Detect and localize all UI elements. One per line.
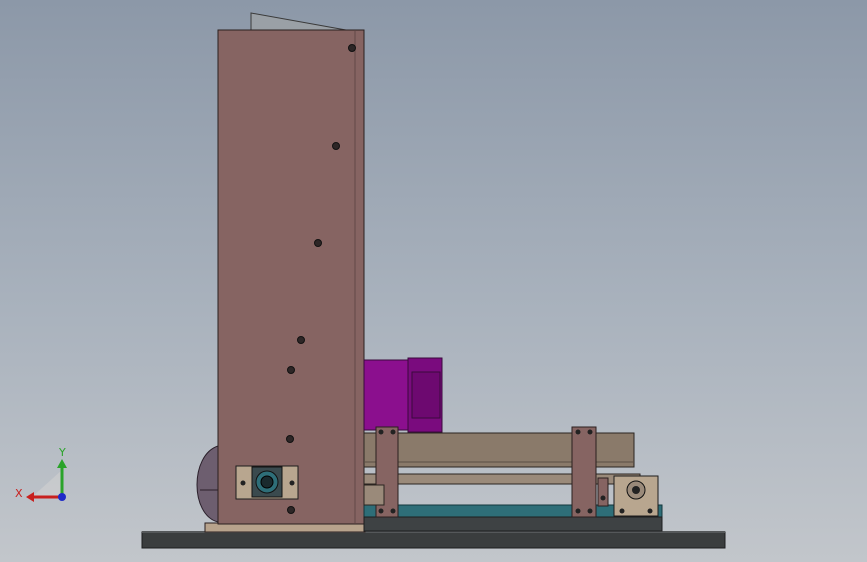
screw <box>600 495 606 501</box>
screw <box>619 508 625 514</box>
screw <box>314 239 322 247</box>
screw <box>587 429 593 435</box>
screw <box>332 142 340 150</box>
y-arrowhead-icon <box>57 459 67 468</box>
bracket-right <box>571 426 597 518</box>
cad-model-side-view[interactable]: X Y <box>0 0 867 562</box>
screw <box>587 508 593 514</box>
z-axis-dot-icon <box>58 493 66 501</box>
motor-body <box>363 359 411 431</box>
screw <box>378 429 384 435</box>
screw <box>390 508 396 514</box>
screw <box>390 429 396 435</box>
x-axis-label: X <box>15 487 23 500</box>
screw <box>647 508 653 514</box>
screw <box>575 429 581 435</box>
coordinate-triad: X Y <box>15 446 67 502</box>
small-bracket <box>597 477 609 507</box>
left-pulley <box>196 445 219 523</box>
screw <box>287 506 295 514</box>
motor-cap-inner <box>411 371 441 419</box>
bearing-shaft <box>632 486 640 494</box>
cad-viewport[interactable]: X Y <box>0 0 867 562</box>
screw <box>378 508 384 514</box>
screw <box>286 435 294 443</box>
bearing-screw <box>289 480 295 486</box>
screw <box>348 44 356 52</box>
screw <box>287 366 295 374</box>
y-axis-label: Y <box>58 446 66 459</box>
screw <box>575 508 581 514</box>
triad-plane <box>32 470 62 497</box>
bearing-screw <box>240 480 246 486</box>
bearing-shaft <box>260 475 274 489</box>
screw <box>297 336 305 344</box>
x-arrowhead-icon <box>26 492 34 502</box>
shaft-rod <box>363 484 385 506</box>
base-plate <box>141 531 726 549</box>
lower-base-bar <box>363 516 663 532</box>
top-wedge <box>250 12 347 31</box>
main-panel <box>217 29 365 525</box>
